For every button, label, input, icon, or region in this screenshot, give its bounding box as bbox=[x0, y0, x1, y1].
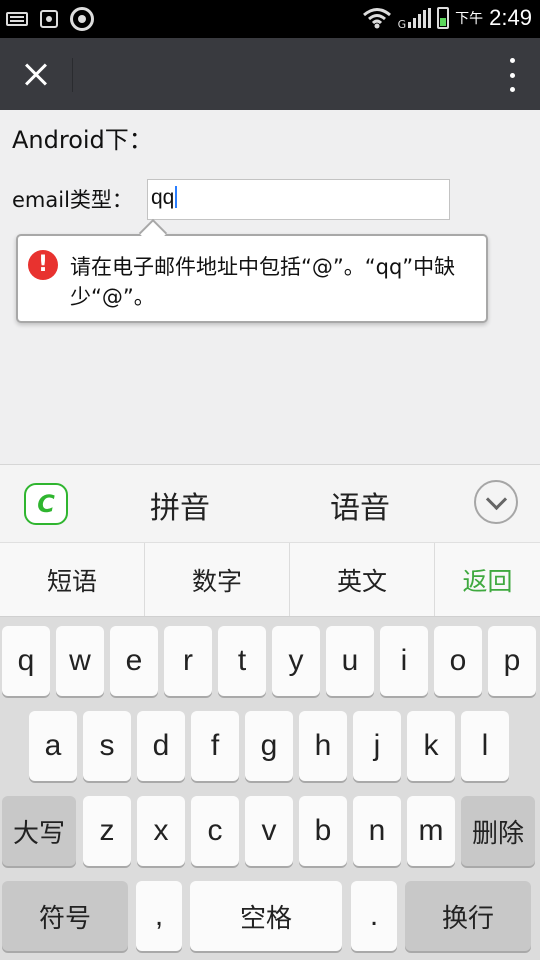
key-x[interactable]: x bbox=[137, 796, 185, 866]
key-z[interactable]: z bbox=[83, 796, 131, 866]
validation-message: 请在电子邮件地址中包括“@”。“qq”中缺少“@”。 bbox=[70, 255, 456, 309]
wifi-icon bbox=[362, 8, 391, 29]
ime-shortcut-row: 短语 数字 英文 返回 bbox=[0, 542, 540, 617]
key-h[interactable]: h bbox=[299, 711, 347, 781]
shortcut-english[interactable]: 英文 bbox=[290, 543, 435, 616]
key-y[interactable]: y bbox=[272, 626, 320, 696]
key-g[interactable]: g bbox=[245, 711, 293, 781]
caps-button[interactable]: 大写 bbox=[2, 796, 76, 866]
key-s[interactable]: s bbox=[83, 711, 131, 781]
key-comma[interactable]: , bbox=[136, 881, 182, 951]
battery-icon bbox=[437, 7, 450, 29]
enter-button[interactable]: 换行 bbox=[405, 881, 531, 951]
toolbar bbox=[0, 38, 540, 110]
key-c[interactable]: c bbox=[191, 796, 239, 866]
shortcut-numbers[interactable]: 数字 bbox=[145, 543, 290, 616]
tab-voice[interactable]: 语音 bbox=[330, 483, 390, 527]
key-l[interactable]: l bbox=[461, 711, 509, 781]
text-caret bbox=[175, 186, 178, 208]
symbol-button[interactable]: 符号 bbox=[2, 881, 128, 951]
key-a[interactable]: a bbox=[29, 711, 77, 781]
keyboard-icon bbox=[6, 12, 28, 26]
status-bar: G 下午 2:49 bbox=[0, 0, 540, 38]
key-w[interactable]: w bbox=[56, 626, 104, 696]
key-v[interactable]: v bbox=[245, 796, 293, 866]
ime-toolbar: C 拼音 语音 bbox=[0, 464, 540, 542]
ime-logo-icon[interactable]: C bbox=[24, 483, 68, 525]
tooltip-arrow bbox=[138, 218, 168, 248]
keyboard: q w e r t y u i o p a s d f g h j k l 大写… bbox=[0, 617, 540, 960]
shortcut-phrases[interactable]: 短语 bbox=[0, 543, 145, 616]
key-j[interactable]: j bbox=[353, 711, 401, 781]
key-period[interactable]: . bbox=[351, 881, 397, 951]
validation-tooltip: ! 请在电子邮件地址中包括“@”。“qq”中缺少“@”。 bbox=[16, 218, 488, 323]
key-e[interactable]: e bbox=[110, 626, 158, 696]
error-icon: ! bbox=[28, 250, 58, 280]
email-field-label: email类型： bbox=[12, 188, 133, 212]
signal-icon bbox=[408, 8, 432, 28]
screenshot-icon bbox=[40, 10, 58, 28]
tab-pinyin[interactable]: 拼音 bbox=[150, 483, 210, 527]
key-m[interactable]: m bbox=[407, 796, 455, 866]
page-heading: Android下： bbox=[12, 126, 153, 154]
key-p[interactable]: p bbox=[488, 626, 536, 696]
key-o[interactable]: o bbox=[434, 626, 482, 696]
delete-button[interactable]: 删除 bbox=[461, 796, 535, 866]
chevron-down-icon[interactable] bbox=[474, 480, 518, 524]
key-n[interactable]: n bbox=[353, 796, 401, 866]
toolbar-divider bbox=[72, 58, 73, 92]
email-field[interactable]: qq bbox=[147, 179, 450, 220]
key-k[interactable]: k bbox=[407, 711, 455, 781]
clock: 2:49 bbox=[489, 5, 532, 30]
network-type-label: G bbox=[397, 18, 407, 31]
key-u[interactable]: u bbox=[326, 626, 374, 696]
shortcut-return[interactable]: 返回 bbox=[435, 543, 540, 616]
key-b[interactable]: b bbox=[299, 796, 347, 866]
more-options-icon[interactable] bbox=[506, 58, 518, 92]
space-key[interactable]: 空格 bbox=[190, 881, 342, 951]
disc-icon bbox=[70, 7, 94, 31]
key-f[interactable]: f bbox=[191, 711, 239, 781]
key-q[interactable]: q bbox=[2, 626, 50, 696]
key-i[interactable]: i bbox=[380, 626, 428, 696]
close-icon[interactable] bbox=[14, 52, 58, 96]
ampm-label: 下午 bbox=[455, 11, 484, 27]
key-d[interactable]: d bbox=[137, 711, 185, 781]
key-t[interactable]: t bbox=[218, 626, 266, 696]
key-r[interactable]: r bbox=[164, 626, 212, 696]
email-field-value: qq bbox=[151, 186, 175, 209]
